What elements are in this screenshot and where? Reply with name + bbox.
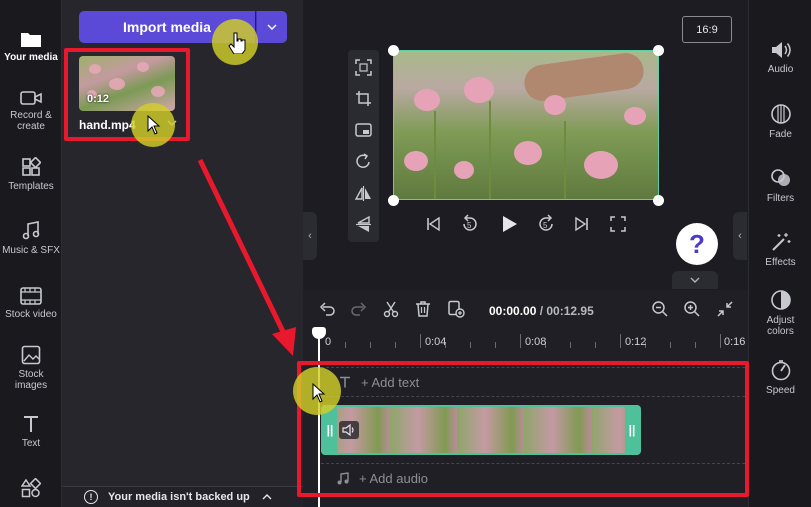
picture-in-picture-icon[interactable] [355,122,372,139]
prop-speed-label: Speed [766,385,795,396]
fullscreen-icon[interactable] [610,216,626,232]
aspect-ratio-button[interactable]: 16:9 [682,16,732,43]
info-icon: ! [84,490,98,504]
prop-fade-label: Fade [769,129,792,140]
annotation-highlight-timeline [297,361,749,497]
nav-stock-video[interactable]: Stock video [0,287,62,320]
ruler-label: 0:04 [425,336,447,348]
nav-stock-images-label: Stock images [14,369,48,391]
total-time: / 00:12.95 [539,304,594,318]
nav-your-media[interactable]: Your media [0,30,62,63]
prop-filters[interactable]: Filters [749,167,811,204]
arrow-cursor-icon [147,115,161,135]
nav-text[interactable]: Text [0,414,62,449]
shapes-icon [21,478,41,498]
svg-text:5: 5 [543,221,548,230]
film-icon [20,287,42,305]
flip-vertical-icon[interactable] [355,216,372,233]
collapse-right-panel-button[interactable]: ‹ [733,212,747,260]
split-scissors-icon[interactable] [382,300,400,318]
nav-record-create-label: Record & create [10,110,52,132]
speaker-icon [771,42,791,58]
nav-templates-label: Templates [8,181,54,192]
zoom-in-icon[interactable] [683,300,701,318]
collapse-left-panel-button[interactable]: ‹ [303,212,317,260]
camera-icon [20,91,42,105]
prop-speed[interactable]: Speed [749,359,811,396]
flip-horizontal-icon[interactable] [355,185,372,202]
prop-audio-label: Audio [767,64,794,75]
undo-icon[interactable] [318,300,336,318]
delete-icon[interactable] [414,300,432,318]
ruler-label: 0 [325,336,332,348]
prop-effects-label: Effects [765,257,796,268]
nav-text-label: Text [21,438,41,449]
music-icon [22,221,40,240]
duplicate-icon[interactable] [447,300,465,318]
backup-notice[interactable]: ! Your media isn't backed up [62,486,303,507]
timeline-toggle-button[interactable] [672,271,718,289]
fit-icon[interactable] [355,59,372,76]
nav-stock-video-label: Stock video [5,309,57,320]
import-options-button[interactable] [256,11,287,43]
preview-tool-strip [348,50,379,242]
resize-handle-top-left[interactable] [388,45,399,56]
timecode: 00:00.00 / 00:12.95 [489,304,594,318]
speed-icon [771,360,790,381]
redo-icon[interactable] [350,300,368,318]
help-button[interactable]: ? [676,223,718,265]
backup-notice-label: Your media isn't backed up [108,491,250,503]
right-properties-rail: Audio Fade Filters Effects Adjust colors… [748,0,811,507]
contrast-icon [770,290,791,310]
chevron-up-icon [262,494,272,500]
chevron-down-icon [690,277,700,283]
image-icon [21,345,41,365]
nav-music-sfx[interactable]: Music & SFX [0,221,62,256]
rotate-icon[interactable] [355,153,372,170]
fade-icon [770,104,791,124]
prop-effects[interactable]: Effects [749,231,811,268]
filters-icon [770,169,790,186]
current-time: 00:00.00 [489,304,537,318]
nav-shapes[interactable] [0,478,62,502]
nav-templates[interactable]: Templates [0,157,62,192]
ruler-label: 0:08 [525,336,547,348]
play-icon[interactable] [499,214,519,234]
hand-cursor-icon [228,32,246,54]
effects-icon [771,233,790,251]
svg-text:5: 5 [467,221,472,230]
prop-filters-label: Filters [766,193,795,204]
templates-icon [22,157,41,176]
folder-icon [21,33,41,47]
prop-audio[interactable]: Audio [749,40,811,75]
arrow-cursor-icon [312,383,326,403]
nav-stock-images[interactable]: Stock images [0,345,62,391]
prop-adjust-colors-label: Adjust colors [766,315,795,337]
zoom-out-icon[interactable] [651,300,669,318]
forward-5-icon[interactable]: 5 [536,214,556,234]
chevron-down-icon [267,24,277,30]
nav-record-create[interactable]: Record & create [0,90,62,132]
video-preview[interactable] [393,50,659,200]
rewind-5-icon[interactable]: 5 [460,214,480,234]
skip-forward-icon[interactable] [574,216,590,232]
left-navigation-rail: Your media Record & create Templates Mus… [0,0,62,507]
fit-timeline-icon[interactable] [716,300,734,318]
resize-handle-top-right[interactable] [653,45,664,56]
text-icon [24,416,38,432]
resize-handle-bottom-right[interactable] [653,195,664,206]
skip-back-icon[interactable] [425,216,441,232]
ruler-label: 0:12 [625,336,647,348]
prop-adjust-colors[interactable]: Adjust colors [749,289,811,337]
nav-your-media-label: Your media [4,52,58,63]
ruler-label: 0:16 [724,336,746,348]
resize-handle-bottom-left[interactable] [388,195,399,206]
crop-icon[interactable] [355,90,372,107]
prop-fade[interactable]: Fade [749,103,811,140]
nav-music-sfx-label: Music & SFX [2,245,60,256]
